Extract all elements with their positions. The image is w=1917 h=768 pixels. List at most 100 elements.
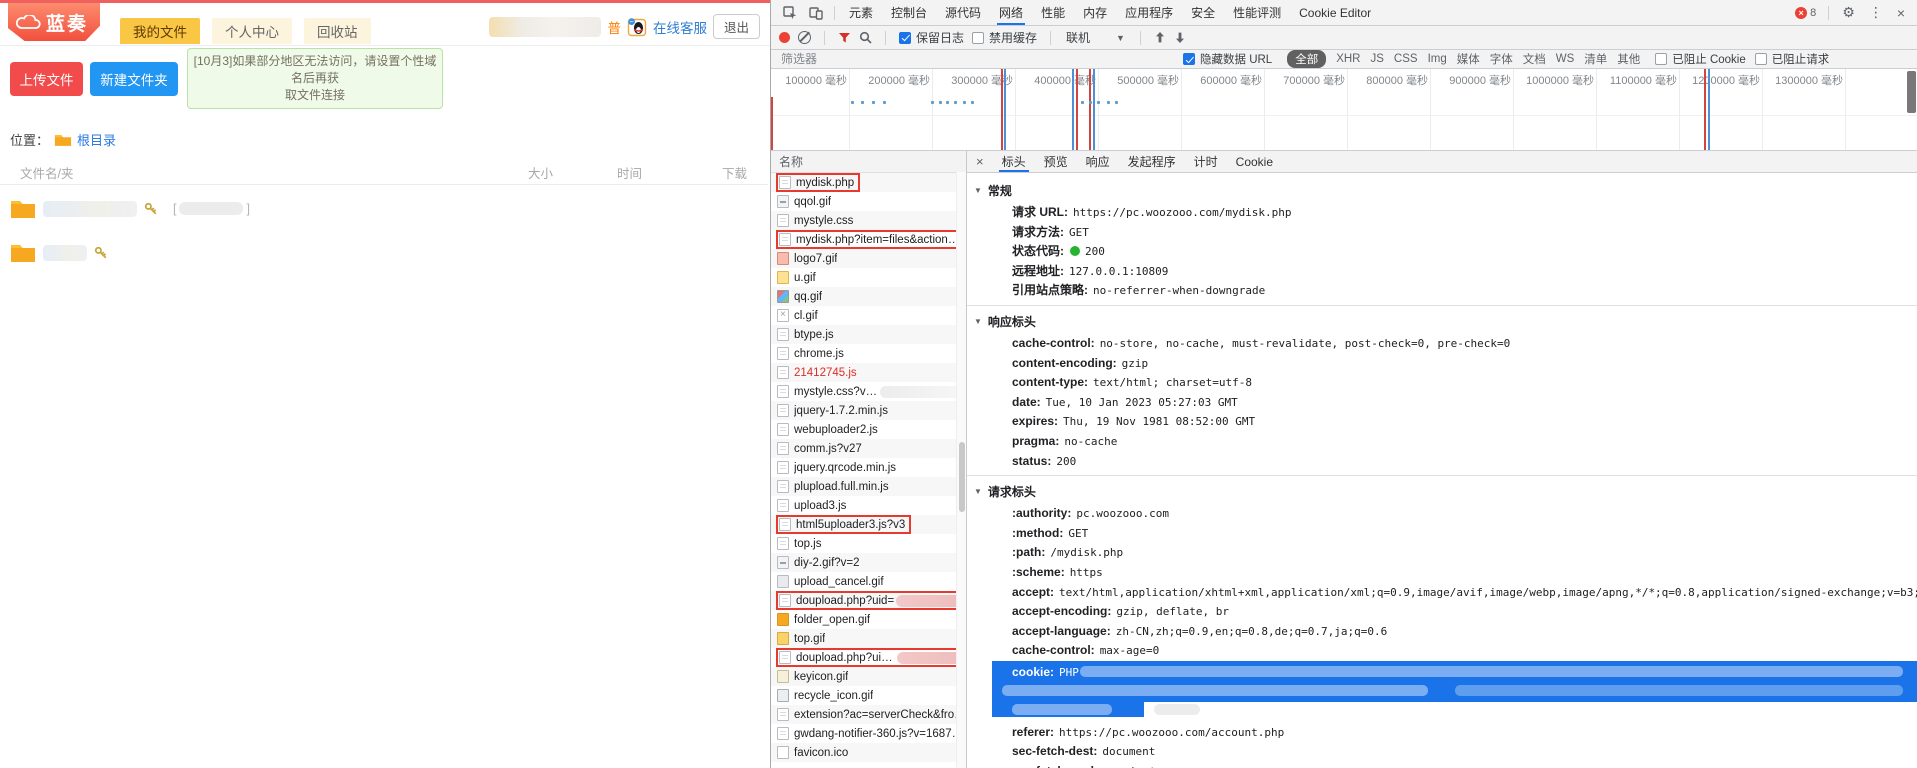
network-request-row[interactable]: plupload.full.min.js bbox=[771, 477, 966, 496]
network-request-row[interactable]: doupload.php?uid= bbox=[771, 591, 966, 610]
network-request-row[interactable]: recycle_icon.gif bbox=[771, 686, 966, 705]
details-tab[interactable]: 发起程序 bbox=[1119, 151, 1185, 172]
network-request-row[interactable]: upload3.js bbox=[771, 496, 966, 515]
nav-tab[interactable]: 我的文件 bbox=[120, 18, 200, 44]
lanzou-logo[interactable]: 蓝奏 bbox=[8, 3, 100, 41]
filter-pill[interactable]: WS bbox=[1556, 53, 1575, 65]
upload-file-button[interactable]: 上传文件 bbox=[10, 62, 83, 96]
throttling-select[interactable]: 联机 ▼ bbox=[1064, 29, 1127, 46]
network-request-row[interactable]: keyicon.gif bbox=[771, 667, 966, 686]
network-request-row[interactable]: mystyle.css bbox=[771, 211, 966, 230]
network-request-row[interactable]: chrome.js bbox=[771, 344, 966, 363]
network-request-row[interactable]: html5uploader3.js?v3 bbox=[771, 515, 966, 534]
network-request-row[interactable]: gwdang-notifier-360.js?v=168754... bbox=[771, 724, 966, 743]
qq-service-icon[interactable] bbox=[627, 17, 647, 37]
nav-tab[interactable]: 个人中心 bbox=[212, 18, 292, 44]
details-tab[interactable]: 计时 bbox=[1185, 151, 1227, 172]
network-request-row[interactable]: mydisk.php bbox=[771, 173, 966, 192]
filter-pill[interactable]: Img bbox=[1428, 53, 1447, 65]
network-request-row[interactable]: btype.js bbox=[771, 325, 966, 344]
record-network-log-button[interactable] bbox=[779, 32, 790, 43]
more-menu-icon[interactable]: ⋮ bbox=[1863, 4, 1889, 21]
filter-pill[interactable]: 字体 bbox=[1490, 51, 1513, 67]
devtools-tab[interactable]: 控制台 bbox=[882, 0, 936, 25]
filter-pill[interactable]: JS bbox=[1370, 53, 1383, 65]
network-timeline-overview[interactable]: 100000 毫秒200000 毫秒300000 毫秒400000 毫秒5000… bbox=[771, 69, 1917, 151]
export-har-icon[interactable] bbox=[1174, 31, 1186, 44]
devtools-tab[interactable]: 安全 bbox=[1182, 0, 1224, 25]
request-list-scrollbar[interactable] bbox=[956, 172, 966, 768]
devtools-tab[interactable]: 性能 bbox=[1032, 0, 1074, 25]
section-response-headers-title[interactable]: ▼响应标头 bbox=[967, 306, 1917, 333]
network-request-row[interactable]: top.gif bbox=[771, 629, 966, 648]
folder-row-1[interactable]: [] bbox=[10, 198, 250, 219]
filter-pill[interactable]: XHR bbox=[1336, 53, 1360, 65]
disable-cache-checkbox[interactable]: 禁用缓存 bbox=[972, 29, 1037, 46]
devtools-tab[interactable]: Cookie Editor bbox=[1290, 0, 1380, 25]
network-request-row[interactable]: top.js bbox=[771, 534, 966, 553]
section-request-headers-title[interactable]: ▼请求标头 bbox=[967, 476, 1917, 503]
request-list-header[interactable]: 名称 bbox=[771, 151, 966, 173]
root-directory-link[interactable]: 根目录 bbox=[77, 130, 116, 149]
network-request-row[interactable]: qq.gif bbox=[771, 287, 966, 306]
cookie-header-selected[interactable]: cookie:PHP bbox=[992, 661, 1917, 717]
network-request-row[interactable]: jquery.qrcode.min.js bbox=[771, 458, 966, 477]
network-filter-input[interactable] bbox=[779, 51, 933, 67]
filter-funnel-icon[interactable] bbox=[838, 32, 851, 44]
preserve-log-checkbox[interactable]: 保留日志 bbox=[899, 29, 964, 46]
network-request-row[interactable]: webuploader2.js bbox=[771, 420, 966, 439]
filter-pill[interactable]: 媒体 bbox=[1457, 51, 1480, 67]
network-request-row[interactable]: cl.gif bbox=[771, 306, 966, 325]
details-tab[interactable]: 预览 bbox=[1035, 151, 1077, 172]
filter-pill[interactable]: 清单 bbox=[1584, 51, 1607, 67]
section-general-title[interactable]: ▼常规 bbox=[967, 175, 1917, 202]
filter-pill[interactable]: CSS bbox=[1394, 53, 1418, 65]
network-request-row[interactable]: u.gif bbox=[771, 268, 966, 287]
column-download[interactable]: 下载 bbox=[722, 163, 747, 182]
online-service-link[interactable]: 在线客服 bbox=[653, 17, 707, 37]
network-request-row[interactable]: logo7.gif bbox=[771, 249, 966, 268]
network-request-row[interactable]: folder_open.gif bbox=[771, 610, 966, 629]
network-request-row[interactable]: mydisk.php?item=files&action=in... bbox=[771, 230, 966, 249]
blocked-cookies-checkbox[interactable]: 已阻止 Cookie bbox=[1655, 51, 1746, 67]
search-icon[interactable] bbox=[859, 31, 872, 44]
network-request-row[interactable]: comm.js?v27 bbox=[771, 439, 966, 458]
filter-pill[interactable]: 文档 bbox=[1523, 51, 1546, 67]
devtools-tab[interactable]: 性能评测 bbox=[1224, 0, 1290, 25]
network-request-row[interactable]: extension?ac=serverCheck&from_... bbox=[771, 705, 966, 724]
network-request-row[interactable]: mystyle.css?v=2 bbox=[771, 382, 966, 401]
network-request-row[interactable]: doupload.php?uid=1 bbox=[771, 648, 966, 667]
column-size[interactable]: 大小 bbox=[528, 163, 553, 182]
blocked-requests-checkbox[interactable]: 已阻止请求 bbox=[1755, 51, 1830, 67]
devtools-tab[interactable]: 网络 bbox=[990, 0, 1032, 25]
devtools-tab[interactable]: 内存 bbox=[1074, 0, 1116, 25]
import-har-icon[interactable] bbox=[1154, 31, 1166, 44]
close-devtools-icon[interactable]: × bbox=[1891, 5, 1911, 21]
hide-data-urls-checkbox[interactable]: 隐藏数据 URL bbox=[1183, 51, 1272, 67]
network-request-row[interactable]: jquery-1.7.2.min.js bbox=[771, 401, 966, 420]
devtools-tab[interactable]: 元素 bbox=[840, 0, 882, 25]
network-request-row[interactable]: upload_cancel.gif bbox=[771, 572, 966, 591]
new-folder-button[interactable]: 新建文件夹 bbox=[90, 62, 178, 96]
close-details-icon[interactable]: × bbox=[967, 154, 993, 169]
details-tab[interactable]: Cookie bbox=[1227, 151, 1282, 172]
details-tab[interactable]: 标头 bbox=[993, 151, 1035, 172]
scrollbar-thumb[interactable] bbox=[959, 442, 965, 512]
scrollbar-thumb[interactable] bbox=[1907, 71, 1916, 113]
device-toolbar-icon[interactable] bbox=[803, 6, 829, 20]
devtools-tab[interactable]: 源代码 bbox=[936, 0, 990, 25]
filter-pill[interactable]: 全部 bbox=[1287, 50, 1326, 68]
console-error-badge[interactable]: ×8 bbox=[1790, 7, 1821, 19]
logout-button[interactable]: 退出 bbox=[713, 14, 760, 39]
network-request-row[interactable]: diy-2.gif?v=2 bbox=[771, 553, 966, 572]
inspect-element-icon[interactable] bbox=[777, 6, 803, 20]
nav-tab[interactable]: 回收站 bbox=[304, 18, 371, 44]
details-tab[interactable]: 响应 bbox=[1077, 151, 1119, 172]
devtools-tab[interactable]: 应用程序 bbox=[1116, 0, 1182, 25]
network-request-row[interactable]: qqol.gif bbox=[771, 192, 966, 211]
column-time[interactable]: 时间 bbox=[617, 163, 642, 182]
folder-row-2[interactable] bbox=[10, 242, 108, 263]
filter-pill[interactable]: 其他 bbox=[1617, 51, 1640, 67]
settings-gear-icon[interactable]: ⚙ bbox=[1836, 4, 1861, 21]
network-request-row[interactable]: 21412745.js bbox=[771, 363, 966, 382]
